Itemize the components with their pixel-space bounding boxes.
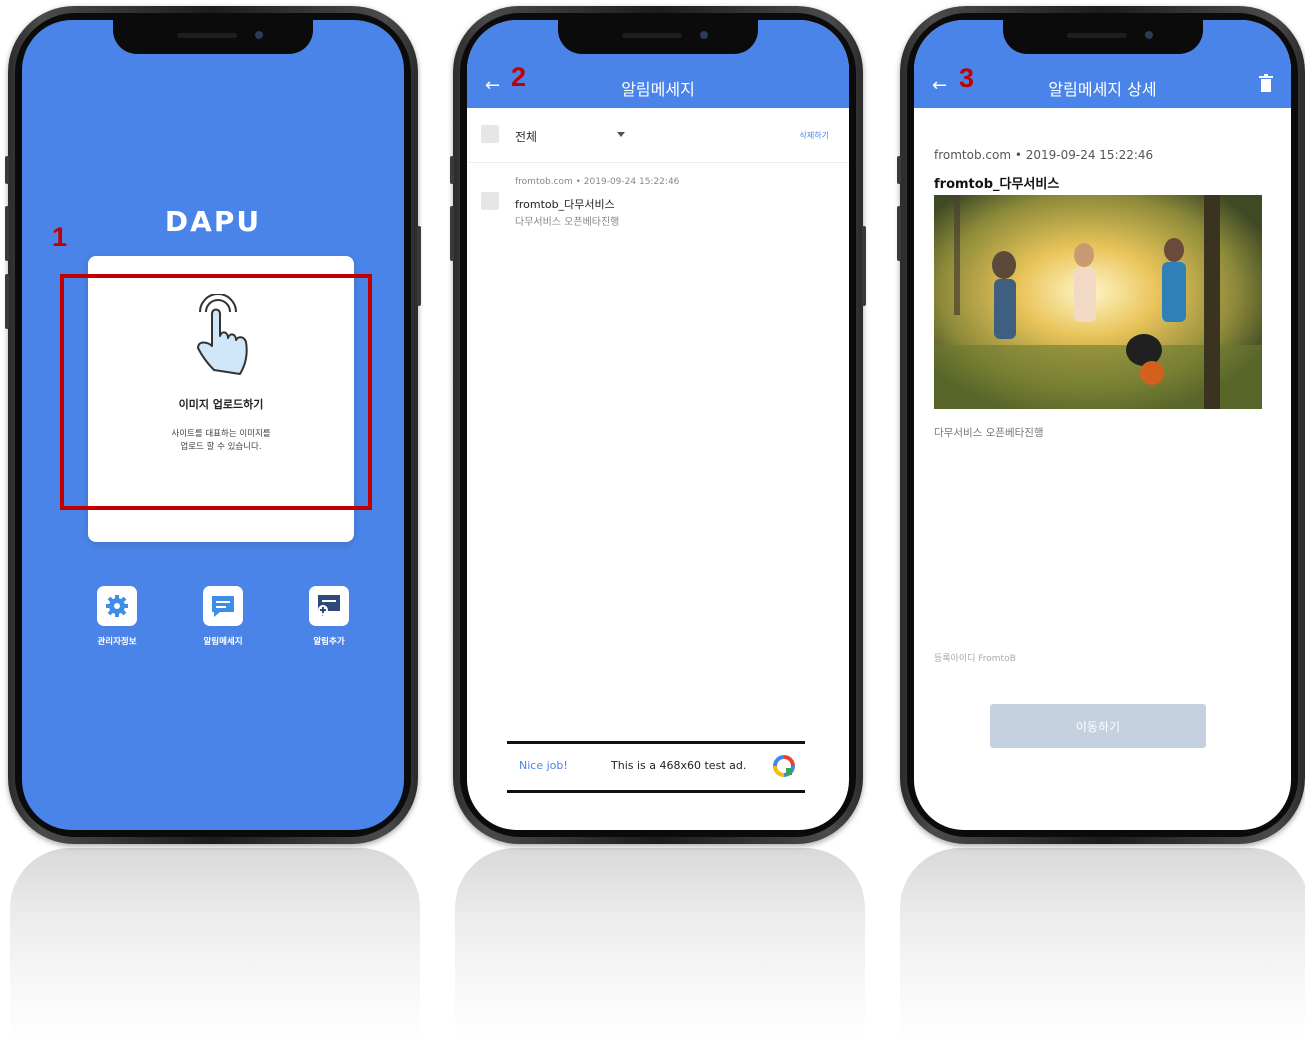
phone-reflection-1 bbox=[10, 848, 420, 1045]
phone-reflection-3 bbox=[900, 848, 1305, 1045]
step-number-2: 2 bbox=[511, 62, 527, 92]
menu-add-notification[interactable]: 알림추가 bbox=[294, 586, 364, 647]
phone-reflection-2 bbox=[455, 848, 865, 1045]
list-toolbar: 전체 삭제하기 bbox=[467, 108, 849, 163]
step-number-3: 3 bbox=[959, 63, 975, 93]
ad-logo-icon bbox=[773, 755, 795, 777]
detail-meta: fromtob.com • 2019-09-24 15:22:46 bbox=[934, 148, 1154, 162]
app-logo: DAPU bbox=[164, 205, 262, 238]
message-body: 다무서비스 오픈베타진행 bbox=[515, 217, 620, 228]
menu-row: 관리자정보 알림메세지 알림추가 bbox=[82, 586, 364, 647]
phone-2: ← 알림메세지 전체 삭제하기 fromtob.com • 2019-09-24… bbox=[450, 6, 866, 844]
menu-label: 알림추가 bbox=[313, 637, 345, 647]
delete-button[interactable]: 삭제하기 bbox=[800, 130, 829, 141]
detail-title: fromtob_다무서비스 bbox=[934, 177, 1060, 192]
add-message-icon bbox=[318, 595, 340, 616]
message-checkbox[interactable] bbox=[481, 192, 499, 210]
menu-label: 알림메세지 bbox=[203, 637, 243, 647]
highlight-box bbox=[60, 274, 372, 510]
phone-notch bbox=[1002, 20, 1203, 54]
select-all-checkbox[interactable] bbox=[481, 125, 499, 143]
message-meta: fromtob.com • 2019-09-24 15:22:46 bbox=[515, 177, 680, 187]
trash-icon[interactable] bbox=[1259, 74, 1273, 92]
move-button[interactable]: 이동하기 bbox=[990, 704, 1206, 748]
menu-label: 관리자정보 bbox=[97, 637, 137, 647]
detail-photo bbox=[934, 195, 1262, 409]
phone-notch bbox=[558, 20, 758, 54]
ad-text: This is a 468x60 test ad. bbox=[611, 759, 747, 772]
gear-icon bbox=[106, 595, 128, 617]
chevron-down-icon[interactable] bbox=[617, 132, 625, 137]
registered-id: 등록아이디 FromtoB bbox=[934, 654, 1016, 664]
message-title: fromtob_다무서비스 bbox=[515, 198, 615, 211]
phone-notch bbox=[113, 20, 313, 54]
step-number-1: 1 bbox=[52, 222, 68, 252]
screen-notification-detail: ← 알림메세지 상세 fromtob.com • 2019-09-24 15:2… bbox=[914, 20, 1291, 830]
menu-notification-messages[interactable]: 알림메세지 bbox=[188, 586, 258, 647]
message-icon bbox=[212, 596, 234, 617]
menu-admin-info[interactable]: 관리자정보 bbox=[82, 586, 152, 647]
filter-select[interactable]: 전체 bbox=[515, 128, 537, 145]
detail-body: 다무서비스 오픈베타진행 bbox=[934, 427, 1044, 439]
ad-banner[interactable]: Nice job! This is a 468x60 test ad. bbox=[507, 741, 805, 793]
ad-nice-text: Nice job! bbox=[519, 759, 568, 772]
screen-notification-list: ← 알림메세지 전체 삭제하기 fromtob.com • 2019-09-24… bbox=[467, 20, 849, 830]
phone-3: ← 알림메세지 상세 fromtob.com • 2019-09-24 15:2… bbox=[897, 6, 1305, 844]
